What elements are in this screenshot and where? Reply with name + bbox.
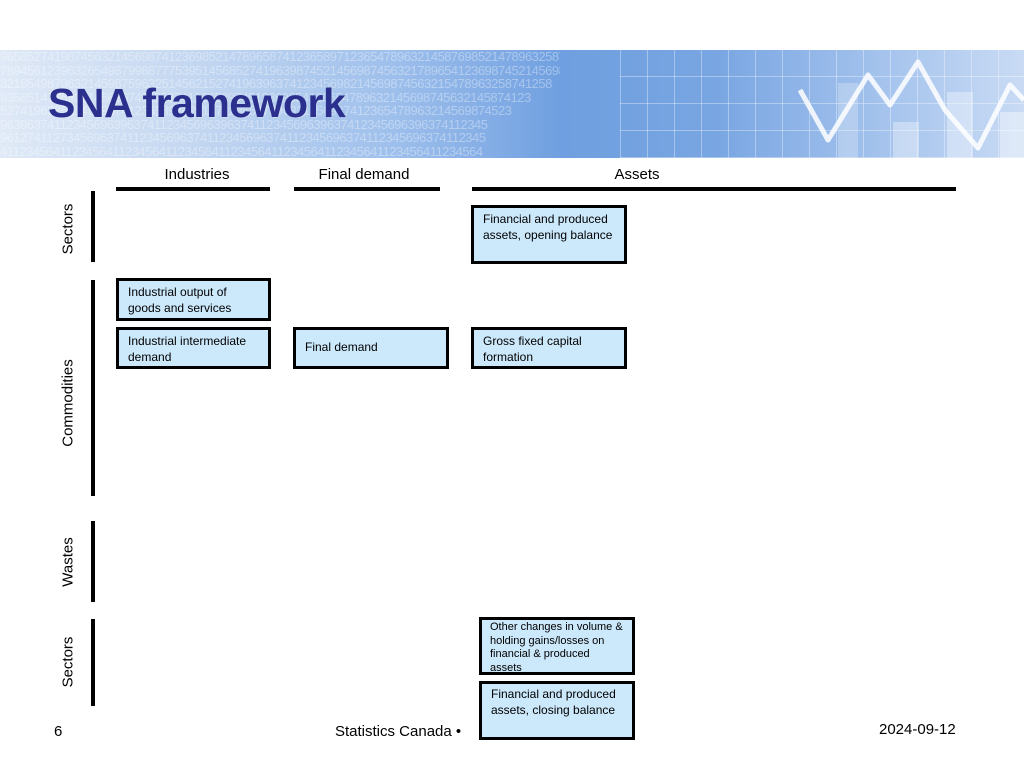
column-header-assets: Assets — [614, 166, 660, 183]
box-opening-balance-text: Financial and produced assets, opening b… — [483, 212, 613, 242]
box-closing-balance-text: Financial and produced assets, closing b… — [491, 687, 616, 717]
box-intermediate-demand: Industrial intermediate demand — [116, 327, 271, 369]
footer-source: Statistics Canada • — [335, 723, 462, 740]
box-gross-fixed-capital-formation: Gross fixed capital formation — [471, 327, 627, 369]
row-bar-sectors-bottom — [91, 619, 95, 706]
row-label-wastes: Wastes — [59, 537, 77, 587]
box-final-demand-text: Final demand — [305, 340, 378, 355]
column-header-final-demand: Final demand — [318, 166, 410, 183]
column-header-industries: Industries — [164, 166, 230, 183]
box-other-changes-text: Other changes in volume & holding gains/… — [490, 621, 623, 674]
column-rule-final-demand — [294, 187, 440, 191]
footer-date: 2024-09-12 — [879, 721, 956, 738]
box-other-changes: Other changes in volume & holding gains/… — [479, 617, 635, 675]
row-bar-wastes — [91, 521, 95, 602]
box-industrial-output: Industrial output of goods and services — [116, 278, 271, 321]
box-closing-balance: Financial and produced assets, closing b… — [479, 681, 635, 740]
box-final-demand: Final demand — [293, 327, 449, 369]
row-label-commodities: Commodities — [59, 359, 77, 447]
column-rule-industries — [116, 187, 270, 191]
box-gfcf-text: Gross fixed capital formation — [483, 334, 582, 364]
row-bar-commodities — [91, 280, 95, 496]
row-label-sectors-bottom: Sectors — [59, 636, 77, 688]
row-label-sectors-top: Sectors — [59, 203, 77, 255]
row-bar-sectors-top — [91, 191, 95, 262]
box-intermediate-demand-text: Industrial intermediate demand — [128, 334, 247, 364]
page-number: 6 — [54, 723, 63, 740]
column-rule-assets — [472, 187, 956, 191]
box-industrial-output-text: Industrial output of goods and services — [128, 285, 232, 315]
box-opening-balance: Financial and produced assets, opening b… — [471, 205, 627, 264]
banner-bar — [893, 122, 919, 158]
banner-bar — [1000, 112, 1024, 158]
slide-title: SNA framework — [48, 80, 346, 126]
